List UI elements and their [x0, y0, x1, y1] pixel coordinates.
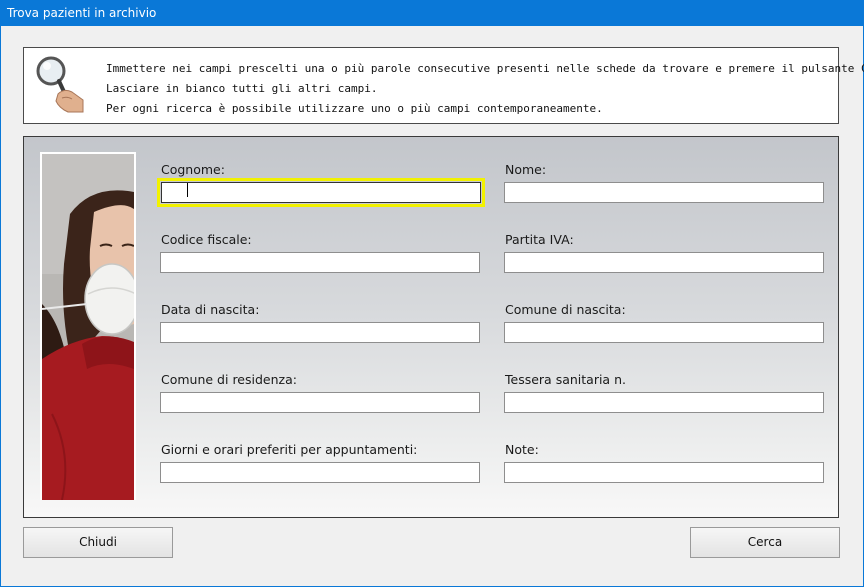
window-title: Trova pazienti in archivio [7, 6, 157, 20]
find-patients-window: Trova pazienti in archivio Immettere nei… [0, 0, 864, 587]
partita-iva-label: Partita IVA: [505, 232, 574, 247]
giorni-orari-label: Giorni e orari preferiti per appuntament… [161, 442, 418, 457]
giorni-orari-input[interactable] [160, 462, 480, 483]
data-nascita-label: Data di nascita: [161, 302, 260, 317]
instruction-line: Lasciare in bianco tutti gli altri campi… [106, 82, 378, 95]
instructions-text: Immettere nei campi prescelti una o più … [106, 59, 864, 119]
close-button[interactable]: Chiudi [23, 527, 173, 558]
note-label: Note: [505, 442, 539, 457]
instruction-line: Per ogni ricerca è possibile utilizzare … [106, 102, 603, 115]
patient-photo [40, 152, 136, 500]
instruction-line: Immettere nei campi prescelti una o più … [106, 62, 864, 75]
cognome-label: Cognome: [161, 162, 225, 177]
data-nascita-input[interactable] [160, 322, 480, 343]
comune-residenza-label: Comune di residenza: [161, 372, 297, 387]
note-input[interactable] [504, 462, 824, 483]
woman-mask-image [42, 154, 134, 500]
nome-input[interactable] [504, 182, 824, 203]
dialog-client-area: Immettere nei campi prescelti una o più … [1, 26, 864, 586]
search-form-panel: Cognome: Nome: Codice fiscale: Partita I… [23, 136, 839, 518]
codice-fiscale-input[interactable] [160, 252, 480, 273]
nome-label: Nome: [505, 162, 547, 177]
comune-residenza-input[interactable] [160, 392, 480, 413]
magnifier-hand-icon [36, 56, 84, 113]
tessera-sanitaria-input[interactable] [504, 392, 824, 413]
partita-iva-input[interactable] [504, 252, 824, 273]
comune-nascita-label: Comune di nascita: [505, 302, 626, 317]
tessera-sanitaria-label: Tessera sanitaria n. [505, 372, 626, 387]
cognome-input[interactable] [157, 178, 485, 207]
comune-nascita-input[interactable] [504, 322, 824, 343]
search-button[interactable]: Cerca [690, 527, 840, 558]
codice-fiscale-label: Codice fiscale: [161, 232, 252, 247]
instructions-panel: Immettere nei campi prescelti una o più … [23, 47, 864, 124]
text-caret [187, 183, 188, 197]
